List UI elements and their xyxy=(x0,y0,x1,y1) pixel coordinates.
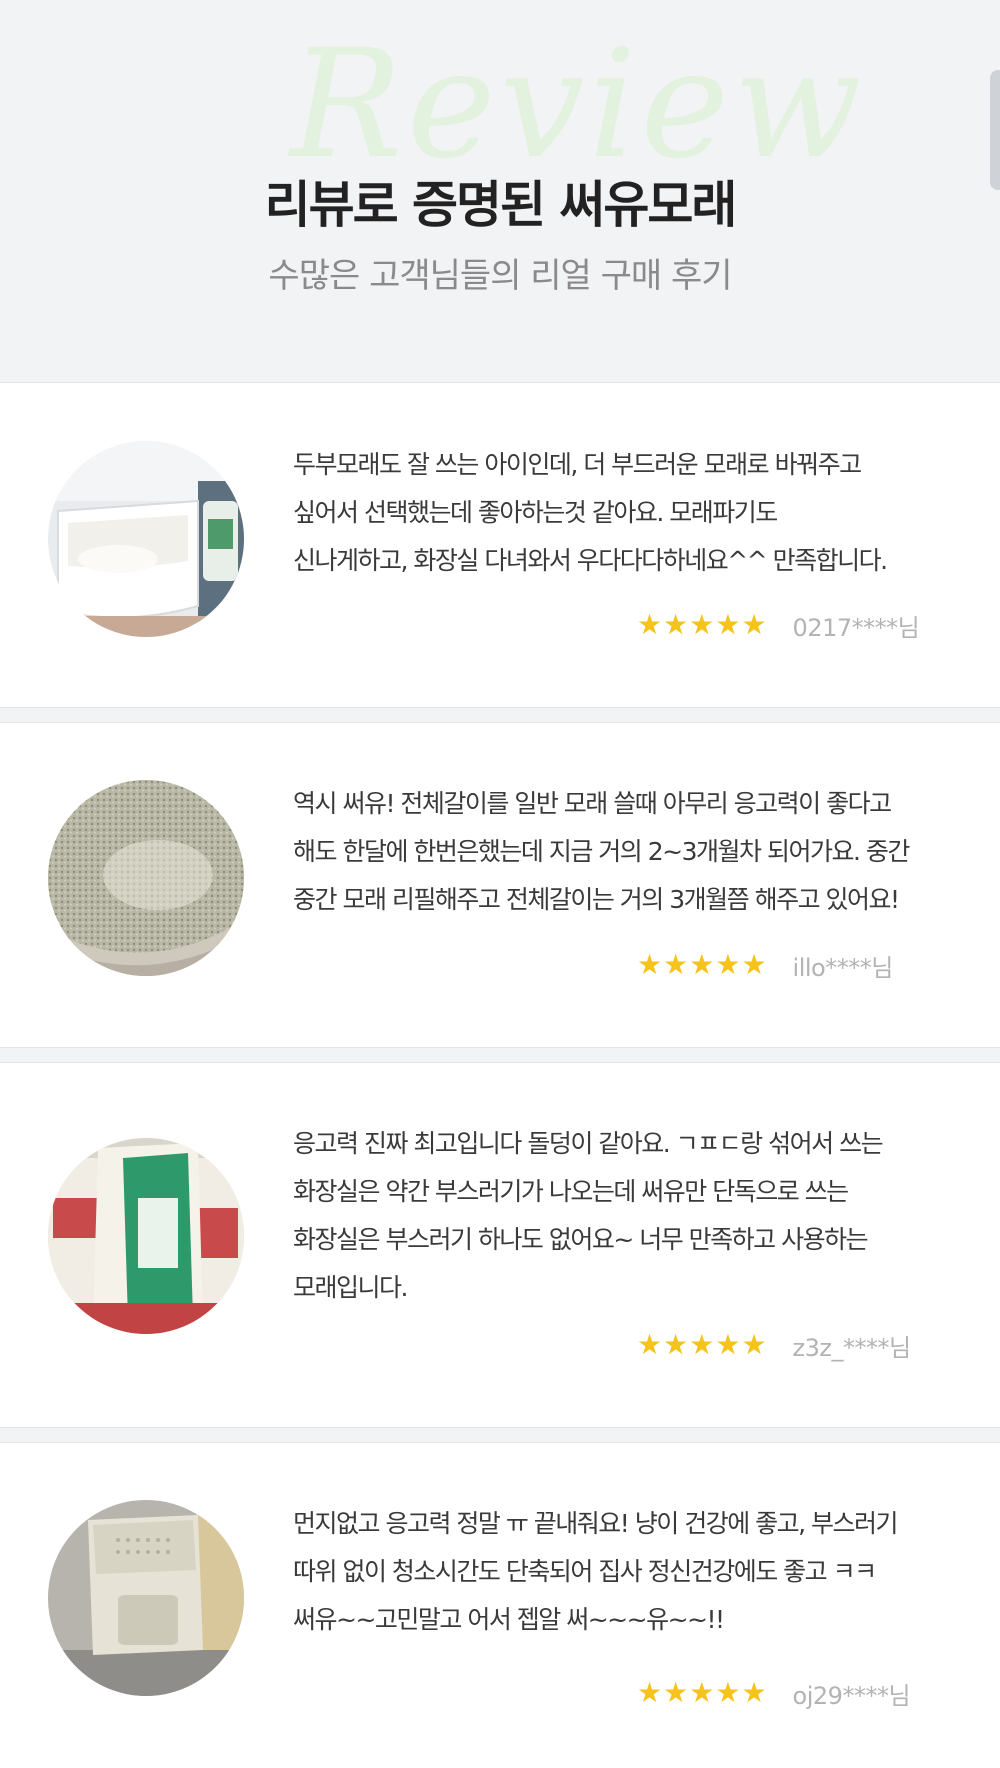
review-card: 두부모래도 잘 쓰는 아이인데, 더 부드러운 모래로 바꿔주고 싶어서 선택했… xyxy=(0,382,1000,708)
reviewer-name: oj29****님 xyxy=(792,1681,911,1710)
star-icon: ★ xyxy=(663,1328,689,1361)
rating-stars: ★ ★ ★ ★ ★ xyxy=(637,951,767,979)
rating-stars: ★ ★ ★ ★ ★ xyxy=(637,611,767,639)
star-icon: ★ xyxy=(741,608,767,641)
review-meta: ★ ★ ★ ★ ★ oj29****님 xyxy=(637,1675,911,1711)
review-meta: ★ ★ ★ ★ ★ illo****님 xyxy=(637,947,893,983)
review-meta: ★ ★ ★ ★ ★ z3z_****님 xyxy=(637,1327,911,1363)
star-icon: ★ xyxy=(715,1676,741,1709)
review-card: 역시 써유! 전체갈이를 일반 모래 쓸때 아무리 응고력이 좋다고 해도 한달… xyxy=(0,722,1000,1048)
star-icon: ★ xyxy=(741,1676,767,1709)
star-icon: ★ xyxy=(689,1676,715,1709)
review-text: 두부모래도 잘 쓰는 아이인데, 더 부드러운 모래로 바꿔주고 싶어서 선택했… xyxy=(293,450,888,575)
review-photo-product-bags xyxy=(48,1138,244,1334)
review-card: 응고력 진짜 최고입니다 돌덩이 같아요. ㄱㅍㄷ랑 섞어서 쓰는 화장실은 약… xyxy=(0,1062,1000,1428)
page-title: 리뷰로 증명된 써유모래 xyxy=(264,176,738,234)
reviewer-name: illo****님 xyxy=(792,953,894,982)
star-icon: ★ xyxy=(663,608,689,641)
review-card: 먼지없고 응고력 정말 ㅠ 끝내줘요! 냥이 건강에 좋고, 부스러기 따위 없… xyxy=(0,1442,1000,1768)
reviewer-name: z3z_****님 xyxy=(792,1333,912,1362)
star-icon: ★ xyxy=(689,608,715,641)
star-icon: ★ xyxy=(663,1676,689,1709)
review-watermark: Review xyxy=(290,18,866,192)
review-meta: ★ ★ ★ ★ ★ 0217****님 xyxy=(637,607,920,643)
star-icon: ★ xyxy=(637,608,663,641)
rating-stars: ★ ★ ★ ★ ★ xyxy=(637,1679,767,1707)
review-text: 먼지없고 응고력 정말 ㅠ 끝내줘요! 냥이 건강에 좋고, 부스러기 따위 없… xyxy=(293,1509,899,1634)
review-text: 응고력 진짜 최고입니다 돌덩이 같아요. ㄱㅍㄷ랑 섞어서 쓰는 화장실은 약… xyxy=(293,1129,884,1302)
page-subtitle: 수많은 고객님들의 리얼 구매 후기 xyxy=(268,256,732,296)
review-photo-litter-box xyxy=(48,441,244,637)
review-text: 역시 써유! 전체갈이를 일반 모래 쓸때 아무리 응고력이 좋다고 해도 한달… xyxy=(293,789,910,914)
review-photo-litter-closeup xyxy=(48,780,244,976)
star-icon: ★ xyxy=(715,608,741,641)
star-icon: ★ xyxy=(715,1328,741,1361)
reviewer-name: 0217****님 xyxy=(792,613,920,642)
review-header: Review 리뷰로 증명된 써유모래 수많은 고객님들의 리얼 구매 후기 xyxy=(0,0,1000,382)
star-icon: ★ xyxy=(637,1328,663,1361)
star-icon: ★ xyxy=(741,948,767,981)
star-icon: ★ xyxy=(741,1328,767,1361)
star-icon: ★ xyxy=(689,948,715,981)
star-icon: ★ xyxy=(663,948,689,981)
star-icon: ★ xyxy=(637,948,663,981)
star-icon: ★ xyxy=(715,948,741,981)
review-photo-covered-litter-box xyxy=(48,1500,244,1696)
star-icon: ★ xyxy=(637,1676,663,1709)
star-icon: ★ xyxy=(689,1328,715,1361)
rating-stars: ★ ★ ★ ★ ★ xyxy=(637,1331,767,1359)
